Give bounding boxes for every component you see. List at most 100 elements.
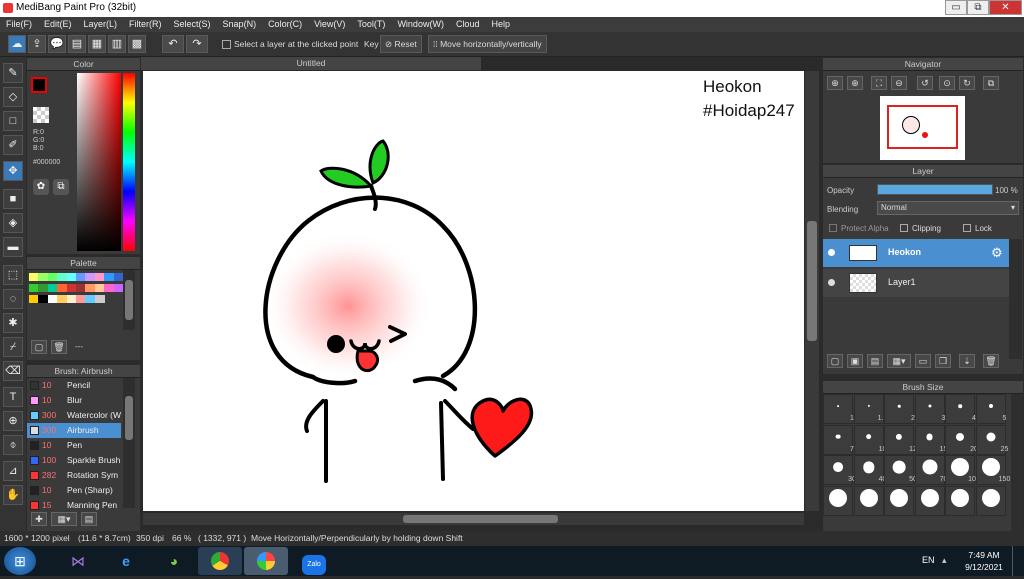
navigator-thumbnail[interactable]: [880, 96, 965, 160]
document-icon[interactable]: ▦: [88, 35, 106, 53]
show-desktop-button[interactable]: [1012, 546, 1024, 576]
zoom-fit-icon[interactable]: ⊕: [827, 76, 843, 90]
eye-icon[interactable]: [828, 279, 835, 286]
menu-help[interactable]: Help: [485, 17, 516, 32]
brush-size-cell[interactable]: 5: [975, 394, 1006, 424]
fill-rect-tool-icon[interactable]: ■: [3, 189, 23, 209]
brush-size-cell[interactable]: 40: [853, 455, 886, 485]
eyedropper-tool-icon[interactable]: ⌽: [3, 435, 23, 455]
select-layer-checkbox[interactable]: [222, 40, 231, 49]
vertical-scrollbar[interactable]: [805, 71, 819, 511]
brush-size-cell[interactable]: 15: [914, 424, 947, 455]
opacity-slider[interactable]: [877, 184, 993, 195]
chrome-icon[interactable]: [198, 547, 242, 575]
new-8bit-layer-icon[interactable]: ▤: [867, 354, 883, 368]
grid-alt-icon[interactable]: ▩: [128, 35, 146, 53]
brush-size-cell[interactable]: [945, 485, 975, 516]
brush-size-cell[interactable]: 3: [914, 394, 945, 424]
brush-size-cell[interactable]: [914, 485, 945, 516]
new-palette-icon[interactable]: ▢: [31, 340, 47, 354]
start-button[interactable]: ⊞: [4, 547, 36, 575]
undo-icon[interactable]: ↶: [162, 35, 184, 53]
merge-down-icon[interactable]: ⇣: [959, 354, 975, 368]
grid-icon[interactable]: ▥: [108, 35, 126, 53]
dot-tool-icon[interactable]: □: [3, 111, 23, 131]
brush-item[interactable]: 10 Pen: [27, 438, 121, 453]
folder-icon[interactable]: ▭: [915, 354, 931, 368]
navigator-viewport[interactable]: [887, 105, 958, 149]
zoom-in-icon[interactable]: ⊕: [847, 76, 863, 90]
brush-item[interactable]: 300 Watercolor (W: [27, 408, 121, 423]
brush-size-cell[interactable]: [853, 485, 884, 516]
new-halftone-layer-icon[interactable]: ▣: [847, 354, 863, 368]
brush-size-cell[interactable]: 1: [823, 394, 854, 424]
add-layer-menu-icon[interactable]: ▦▾: [887, 354, 911, 368]
menu-tool[interactable]: Tool(T): [351, 17, 391, 32]
text-tool-icon[interactable]: T: [3, 387, 23, 407]
menu-filter[interactable]: Filter(R): [123, 17, 168, 32]
zoom-out-icon[interactable]: ⊖: [891, 76, 907, 90]
brush-item[interactable]: 100 Sparkle Brush: [27, 453, 121, 468]
internet-explorer-icon[interactable]: e: [104, 547, 148, 575]
menu-edit[interactable]: Edit(E): [38, 17, 78, 32]
select-pen-tool-icon[interactable]: ⌿: [3, 337, 23, 357]
select-eraser-tool-icon[interactable]: ⌫: [3, 361, 23, 381]
redo-icon[interactable]: ↷: [186, 35, 208, 53]
layer-row-heokon[interactable]: Heokon ⚙: [823, 239, 1009, 267]
brush-size-cell[interactable]: 2: [884, 394, 915, 424]
coccoc-icon[interactable]: ◕: [152, 547, 196, 575]
brush-size-cell[interactable]: 1.5: [853, 394, 887, 424]
select-tool-icon[interactable]: ⬚: [3, 265, 23, 285]
tray-arrow-icon[interactable]: ▴: [942, 555, 947, 566]
transparent-color[interactable]: [33, 107, 49, 123]
brush-size-cell[interactable]: 4: [945, 394, 976, 424]
brush-item[interactable]: 10 Pencil: [27, 378, 121, 393]
brush-item[interactable]: 282 Rotation Sym: [27, 468, 121, 483]
palette-swatch[interactable]: [94, 295, 105, 303]
horizontal-scroll-thumb[interactable]: [403, 515, 558, 523]
brush-item[interactable]: 10 Pen (Sharp): [27, 483, 121, 498]
duplicate-layer-icon[interactable]: ❐: [935, 354, 951, 368]
brush-menu-icon[interactable]: ▦▾: [51, 512, 77, 526]
palette-scroll-thumb[interactable]: [125, 280, 133, 320]
eraser-tool-icon[interactable]: ◇: [3, 87, 23, 107]
menu-snap[interactable]: Snap(N): [217, 17, 263, 32]
zalo-icon[interactable]: Zalo: [292, 547, 336, 575]
rotate-left-icon[interactable]: ↺: [917, 76, 933, 90]
vertical-scroll-thumb[interactable]: [807, 221, 817, 341]
share-icon[interactable]: ⇪: [28, 35, 46, 53]
language-indicator[interactable]: EN: [922, 555, 935, 565]
menu-file[interactable]: File(F): [0, 17, 38, 32]
brush-size-cell[interactable]: 70: [914, 455, 947, 485]
operation-tool-icon[interactable]: ⊕: [3, 411, 23, 431]
rotate-right-icon[interactable]: ↻: [959, 76, 975, 90]
medibang-taskbar-icon[interactable]: [244, 547, 288, 575]
palette-wheel-icon[interactable]: ✿: [33, 179, 49, 195]
drawing-canvas[interactable]: Heokon #Hoidap247: [143, 71, 804, 511]
brush-size-cell[interactable]: [823, 485, 853, 516]
minimize-button[interactable]: ▭: [945, 0, 967, 15]
brush-size-cell[interactable]: 25: [975, 424, 1008, 455]
menu-window[interactable]: Window(W): [391, 17, 450, 32]
clipping-checkbox[interactable]: [900, 224, 908, 232]
palette-scrollbar[interactable]: [123, 270, 135, 330]
gear-icon[interactable]: ⚙: [991, 245, 1003, 261]
gradient-tool-icon[interactable]: ▬: [3, 237, 23, 257]
clock[interactable]: 7:49 AM 9/12/2021: [960, 549, 1008, 573]
bucket-tool-icon[interactable]: ◈: [3, 213, 23, 233]
comment-icon[interactable]: 💬: [48, 35, 66, 53]
brush-tool-icon[interactable]: ✎: [3, 63, 23, 83]
move-tool-icon[interactable]: ✥: [3, 161, 23, 181]
blending-select[interactable]: Normal ▾: [877, 201, 1019, 215]
protect-alpha-checkbox[interactable]: [829, 224, 837, 232]
brush-settings-icon[interactable]: ▤: [81, 512, 97, 526]
flip-icon[interactable]: ⧉: [983, 76, 999, 90]
brush-size-cell[interactable]: 50: [884, 455, 917, 485]
hand-tool-icon[interactable]: ✋: [3, 485, 23, 505]
brush-item[interactable]: 15 Manning Pen: [27, 498, 121, 510]
magic-wand-tool-icon[interactable]: ✱: [3, 313, 23, 333]
menu-cloud[interactable]: Cloud: [450, 17, 486, 32]
rotate-reset-icon[interactable]: ⊙: [939, 76, 955, 90]
brush-size-cell[interactable]: 30: [823, 455, 856, 485]
add-brush-icon[interactable]: ✚: [31, 512, 47, 526]
